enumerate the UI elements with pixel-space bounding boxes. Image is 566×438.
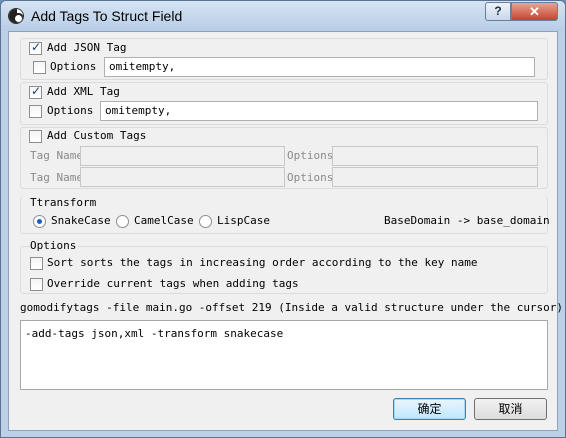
sort-label: Sort sorts the tags in increasing order … — [47, 256, 478, 269]
camelcase-radio[interactable] — [116, 215, 129, 228]
xml-tag-label: Add XML Tag — [47, 85, 120, 98]
command-args-textarea[interactable]: -add-tags json,xml -transform snakecase — [20, 320, 548, 390]
lispcase-radio[interactable] — [199, 215, 212, 228]
transform-example: BaseDomain -> base_domain — [384, 214, 550, 227]
custom-options-label: Options — [287, 171, 334, 184]
json-tag-label: Add JSON Tag — [47, 41, 127, 54]
help-button[interactable]: ? — [485, 2, 511, 21]
close-button[interactable]: ✕ — [511, 2, 558, 21]
custom-tag-name-field[interactable] — [80, 167, 285, 187]
title-bar[interactable]: Add Tags To Struct Field ? ✕ — [1, 1, 565, 31]
xml-options-checkbox[interactable] — [29, 105, 42, 118]
json-options-label: Options — [50, 60, 97, 73]
custom-tag-name-label: Tag Name — [30, 149, 83, 162]
snakecase-radio[interactable] — [33, 215, 46, 228]
lispcase-label: LispCase — [217, 214, 270, 227]
cancel-button[interactable]: 取消 — [474, 398, 547, 420]
app-yin-yang-icon — [8, 8, 24, 24]
dialog-window: Add Tags To Struct Field ? ✕ Add JSON Ta… — [0, 0, 566, 438]
xml-tag-checkbox[interactable] — [29, 84, 42, 99]
command-info: gomodifytags -file main.go -offset 219 (… — [20, 301, 564, 314]
json-options-checkbox[interactable] — [33, 61, 46, 74]
override-checkbox[interactable] — [30, 278, 43, 291]
xml-options-field[interactable]: omitempty, — [100, 101, 538, 121]
json-options-field[interactable]: omitempty, — [104, 57, 535, 77]
camelcase-label: CamelCase — [134, 214, 194, 227]
ok-button[interactable]: 确定 — [393, 398, 466, 420]
custom-options-field[interactable] — [332, 146, 538, 166]
json-tag-checkbox[interactable] — [29, 40, 42, 55]
custom-tags-checkbox[interactable] — [29, 130, 42, 143]
custom-options-label: Options — [287, 149, 334, 162]
xml-options-label: Options — [47, 104, 94, 117]
snakecase-label: SnakeCase — [51, 214, 111, 227]
options-group-title: Options — [30, 239, 79, 253]
transform-group-title: Ttransform — [30, 196, 97, 209]
sort-checkbox[interactable] — [30, 257, 43, 270]
window-title: Add Tags To Struct Field — [31, 8, 183, 24]
custom-options-field[interactable] — [332, 167, 538, 187]
custom-tags-label: Add Custom Tags — [47, 129, 147, 142]
custom-tag-name-label: Tag Name — [30, 171, 83, 184]
override-label: Override current tags when adding tags — [47, 277, 299, 290]
custom-tag-name-field[interactable] — [80, 146, 285, 166]
